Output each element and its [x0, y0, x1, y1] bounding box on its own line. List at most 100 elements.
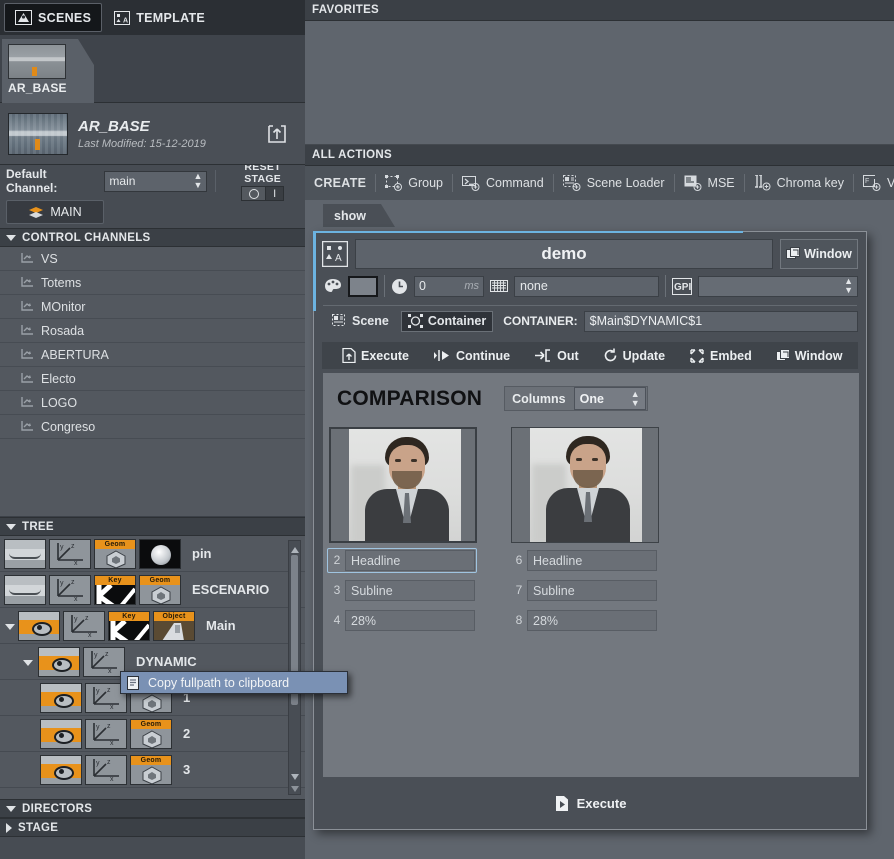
container-path-value: $Main$DYNAMIC$1: [590, 314, 703, 328]
action-chroma-key[interactable]: Chroma key: [745, 166, 853, 200]
container-path-field[interactable]: $Main$DYNAMIC$1: [584, 311, 858, 332]
continue-button-label: Continue: [456, 349, 510, 363]
tree-expander[interactable]: [22, 655, 34, 669]
content-title: COMPARISON: [337, 387, 482, 411]
control-channel-item[interactable]: Electo: [0, 367, 305, 391]
control-channel-item[interactable]: ABERTURA: [0, 343, 305, 367]
tree-scrollbar[interactable]: [288, 540, 301, 795]
control-channel-item[interactable]: Congreso: [0, 415, 305, 439]
color-swatch[interactable]: [348, 276, 378, 297]
field-value[interactable]: Subline: [527, 580, 657, 601]
field-value[interactable]: Subline: [345, 580, 475, 601]
field-value[interactable]: 28%: [527, 610, 657, 631]
window-button[interactable]: Window: [780, 239, 858, 269]
reset-stage-off-button[interactable]: [241, 186, 266, 201]
stage-header[interactable]: STAGE: [0, 818, 305, 837]
columns-select[interactable]: One ▲▼: [574, 387, 646, 410]
geom-tag: Geom: [131, 720, 171, 729]
reset-stage-on-button[interactable]: I: [266, 186, 284, 201]
window-icon: [786, 247, 800, 261]
svg-text:x: x: [110, 776, 114, 783]
context-menu[interactable]: Copy fullpath to clipboard: [120, 671, 348, 694]
scroll-up-icon[interactable]: [290, 543, 300, 553]
tab-template[interactable]: A TEMPLATE: [104, 3, 215, 32]
tree-row-2[interactable]: yzx Geom 2: [0, 716, 305, 752]
geom-tag: Geom: [131, 756, 171, 765]
gpi-icon: GPI: [672, 278, 692, 295]
control-channel-item[interactable]: Totems: [0, 271, 305, 295]
field-value[interactable]: Headline: [345, 550, 475, 571]
left-panel-filler: [0, 837, 305, 859]
control-channel-item[interactable]: LOGO: [0, 391, 305, 415]
channel-icon: [20, 348, 34, 361]
panel-action-buttons: Execute Continue Out Update: [322, 342, 858, 369]
field-row[interactable]: 8 28%: [509, 608, 659, 633]
gpi-select[interactable]: ▲▼: [698, 276, 858, 297]
scene-tab-ar-base[interactable]: AR_BASE: [2, 39, 94, 103]
field-row[interactable]: 6 Headline: [509, 548, 659, 573]
tab-scenes-label: SCENES: [38, 11, 91, 25]
favorites-body[interactable]: [305, 21, 894, 145]
divider: [665, 275, 666, 297]
action-group[interactable]: Group: [376, 166, 452, 200]
tree-row-pin[interactable]: yzx Geom pin: [0, 536, 305, 572]
tree-row-main[interactable]: yzx Key Object Main: [0, 608, 305, 644]
palette-icon: [324, 278, 342, 294]
tree-row-escenario[interactable]: yzx Key Geom ESCENARIO: [0, 572, 305, 608]
control-channel-item[interactable]: Rosada: [0, 319, 305, 343]
tree-row-label: 2: [183, 726, 190, 741]
tab-scene[interactable]: Scene: [326, 311, 395, 332]
tree-expander[interactable]: [4, 619, 16, 633]
panel-focus-highlight: [313, 231, 316, 311]
main-channel-button[interactable]: MAIN: [6, 200, 104, 224]
channel-icon: [20, 420, 34, 433]
action-virtual-studio[interactable]: F Virtual Stu: [854, 166, 894, 200]
field-row[interactable]: 2 Headline: [327, 548, 477, 573]
out-button[interactable]: Out: [522, 342, 591, 369]
channel-icon: [20, 324, 34, 337]
continue-icon: [433, 349, 451, 362]
scroll-down-icon[interactable]: [290, 770, 300, 780]
control-channel-item[interactable]: VS: [0, 247, 305, 271]
update-button[interactable]: Update: [591, 342, 677, 369]
card-photo[interactable]: [329, 427, 477, 543]
clock-icon: [391, 278, 408, 295]
control-channel-item[interactable]: MOnitor: [0, 295, 305, 319]
field-row[interactable]: 3 Subline: [327, 578, 477, 603]
embed-button[interactable]: Embed: [677, 342, 764, 369]
scenes-icon: [15, 10, 32, 25]
field-row[interactable]: 7 Subline: [509, 578, 659, 603]
tree-row-3[interactable]: yzx Geom 3: [0, 752, 305, 788]
execute-button[interactable]: Execute: [330, 342, 421, 369]
action-mse[interactable]: MSE: [675, 166, 744, 200]
tab-scenes[interactable]: SCENES: [4, 3, 102, 32]
action-command[interactable]: Command: [453, 166, 553, 200]
chroma-key-icon: [754, 175, 771, 191]
tab-show[interactable]: show: [323, 204, 395, 227]
directors-header[interactable]: DIRECTORS: [0, 799, 305, 818]
tab-container[interactable]: Container: [401, 311, 493, 332]
control-channels-header[interactable]: CONTROL CHANNELS: [0, 228, 305, 247]
duration-field[interactable]: 0 ms: [414, 276, 484, 297]
panel-window-button[interactable]: Window: [764, 342, 855, 369]
tab-scene-label: Scene: [352, 314, 389, 328]
tree-header[interactable]: TREE: [0, 517, 305, 536]
action-create-label: CREATE: [314, 176, 366, 190]
action-create[interactable]: CREATE: [312, 166, 375, 200]
show-tab-row: show: [305, 200, 894, 227]
field-value[interactable]: 28%: [345, 610, 475, 631]
default-channel-select[interactable]: main ▲▼: [104, 171, 207, 192]
scene-modified: Last Modified: 15-12-2019: [78, 138, 255, 150]
bottom-execute-button[interactable]: Execute: [314, 777, 866, 829]
scroll-down-icon-2[interactable]: [290, 782, 300, 792]
svg-text:z: z: [71, 543, 75, 550]
action-scene-loader[interactable]: Scene Loader: [554, 166, 674, 200]
field-value[interactable]: Headline: [527, 550, 657, 571]
field-row[interactable]: 4 28%: [327, 608, 477, 633]
card-photo[interactable]: [511, 427, 659, 543]
upload-scene-button[interactable]: [265, 122, 289, 146]
all-actions-header: ALL ACTIONS: [305, 145, 894, 166]
keyboard-shortcut-field[interactable]: none: [514, 276, 659, 297]
continue-button[interactable]: Continue: [421, 342, 522, 369]
action-title-field[interactable]: demo: [355, 239, 773, 269]
